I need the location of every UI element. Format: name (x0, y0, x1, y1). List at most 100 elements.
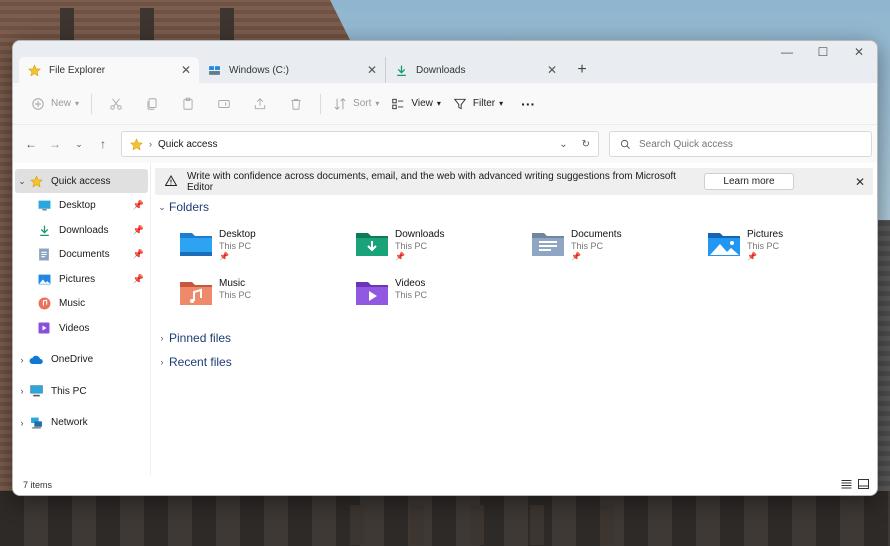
new-button[interactable]: New ▾ (25, 89, 85, 119)
close-tab-button[interactable]: ✕ (367, 63, 377, 77)
see-more-button[interactable]: ··· (515, 89, 541, 119)
sidebar-item-onedrive[interactable]: › OneDrive (15, 348, 148, 372)
close-window-button[interactable]: ✕ (841, 41, 877, 63)
scissors-icon (110, 97, 122, 110)
section-pinned-files[interactable]: › Pinned files (155, 331, 232, 345)
sidebar-item-this-pc[interactable]: › This PC (15, 379, 148, 403)
file-explorer-window: File Explorer ✕ Windows (C:) ✕ Downloads… (12, 40, 878, 496)
section-recent-files[interactable]: › Recent files (155, 355, 232, 369)
search-box[interactable] (609, 131, 872, 157)
maximize-button[interactable]: ☐ (805, 41, 841, 63)
filter-button[interactable]: Filter ▾ (447, 89, 509, 119)
folder-name: Desktop (219, 229, 256, 240)
copy-button[interactable] (134, 89, 170, 119)
folder-name: Music (219, 278, 246, 289)
pin-icon: 📌 (219, 252, 229, 261)
info-message: Write with confidence across documents, … (187, 170, 676, 193)
star-icon (29, 174, 43, 188)
sort-label: Sort (353, 98, 372, 109)
sort-button[interactable]: Sort ▾ (327, 89, 385, 119)
chevron-down-icon[interactable]: ⌄ (15, 176, 29, 187)
sort-icon (334, 97, 346, 110)
close-icon[interactable]: ✕ (855, 175, 865, 189)
cut-button[interactable] (98, 89, 134, 119)
documents-folder-icon (531, 229, 565, 259)
divider (91, 93, 93, 114)
tab-file-explorer[interactable]: File Explorer ✕ (19, 57, 199, 83)
folder-tile-music[interactable]: Music This PC (179, 278, 349, 308)
breadcrumb[interactable]: Quick access (158, 139, 545, 150)
tab-downloads[interactable]: Downloads ✕ (385, 57, 565, 83)
folder-location: This PC (395, 290, 428, 300)
folder-tile-documents[interactable]: Documents This PC 📌 (531, 229, 701, 261)
main-area: ⌄ Quick access Desktop 📌 Downloads 📌 Doc… (13, 163, 877, 475)
folder-location: This PC (219, 241, 252, 251)
chevron-down-icon: ▾ (436, 99, 441, 108)
forward-button[interactable]: → (43, 132, 67, 156)
sidebar-item-downloads[interactable]: Downloads 📌 (15, 218, 148, 242)
pin-icon: 📌 (132, 273, 144, 284)
window-controls: — ☐ ✕ (769, 41, 877, 63)
folder-name: Videos (395, 278, 426, 289)
new-tab-button[interactable]: + (569, 57, 595, 83)
folder-name: Downloads (395, 229, 445, 240)
title-bar: File Explorer ✕ Windows (C:) ✕ Downloads… (13, 41, 877, 83)
sidebar-item-music[interactable]: Music (15, 292, 148, 316)
sidebar-item-desktop[interactable]: Desktop 📌 (15, 194, 148, 218)
up-button[interactable]: ↑ (91, 132, 115, 156)
folder-tile-downloads[interactable]: Downloads This PC 📌 (355, 229, 525, 261)
folder-name: Documents (571, 229, 622, 240)
music-folder-icon (179, 278, 213, 308)
folder-tile-videos[interactable]: Videos This PC (355, 278, 525, 308)
folder-tile-pictures[interactable]: Pictures This PC 📌 (707, 229, 877, 261)
close-tab-button[interactable]: ✕ (547, 63, 557, 77)
learn-more-button[interactable]: Learn more (704, 173, 794, 190)
sidebar-item-videos[interactable]: Videos (15, 316, 148, 340)
item-count: 7 items (23, 480, 53, 490)
folder-location: This PC (219, 290, 252, 300)
rename-button[interactable] (206, 89, 242, 119)
network-icon (29, 416, 43, 430)
chevron-right-icon[interactable]: › (15, 418, 29, 428)
tab-strip: File Explorer ✕ Windows (C:) ✕ Downloads… (19, 57, 595, 83)
chevron-down-icon: ▾ (375, 99, 380, 108)
paste-button[interactable] (170, 89, 206, 119)
share-button[interactable] (242, 89, 278, 119)
new-label: New (51, 98, 72, 109)
music-icon (37, 297, 51, 311)
folder-location: This PC (747, 241, 780, 251)
sidebar-item-documents[interactable]: Documents 📌 (15, 243, 148, 267)
view-label: View (411, 98, 433, 109)
view-button[interactable]: View ▾ (385, 89, 447, 119)
share-icon (254, 97, 266, 109)
minimize-button[interactable]: — (769, 41, 805, 63)
delete-button[interactable] (278, 89, 314, 119)
folder-location: This PC (571, 241, 604, 251)
refresh-icon[interactable]: ↻ (582, 139, 590, 150)
search-icon (620, 139, 630, 149)
section-folders[interactable]: ⌄ Folders (155, 200, 209, 214)
folder-tile-desktop[interactable]: Desktop This PC 📌 (179, 229, 349, 261)
sidebar-item-pictures[interactable]: Pictures 📌 (15, 267, 148, 291)
address-row: ← → ⌄ ↑ › Quick access ⌄ ↻ (13, 125, 877, 163)
recent-locations-button[interactable]: ⌄ (67, 132, 91, 156)
tab-windows-c[interactable]: Windows (C:) ✕ (199, 57, 385, 83)
details-view-icon[interactable] (841, 479, 852, 491)
sidebar-item-network[interactable]: › Network (15, 411, 148, 435)
arrow-up-icon: ↑ (100, 137, 106, 151)
search-input[interactable] (639, 138, 839, 150)
address-bar[interactable]: › Quick access ⌄ ↻ (121, 131, 599, 157)
chevron-right-icon[interactable]: › (15, 355, 29, 365)
chevron-right-icon[interactable]: › (15, 386, 29, 396)
sidebar-item-label: Videos (59, 322, 90, 334)
pin-icon: 📌 (132, 224, 144, 235)
filter-label: Filter (472, 98, 496, 109)
sidebar-item-label: This PC (51, 385, 87, 397)
documents-icon (37, 248, 51, 262)
back-button[interactable]: ← (19, 132, 43, 156)
chevron-down-icon[interactable]: ⌄ (559, 139, 567, 150)
tiles-view-icon[interactable] (858, 479, 869, 491)
close-tab-button[interactable]: ✕ (181, 63, 191, 77)
sidebar-item-quick-access[interactable]: ⌄ Quick access (15, 169, 148, 193)
arrow-right-icon: → (49, 137, 61, 151)
